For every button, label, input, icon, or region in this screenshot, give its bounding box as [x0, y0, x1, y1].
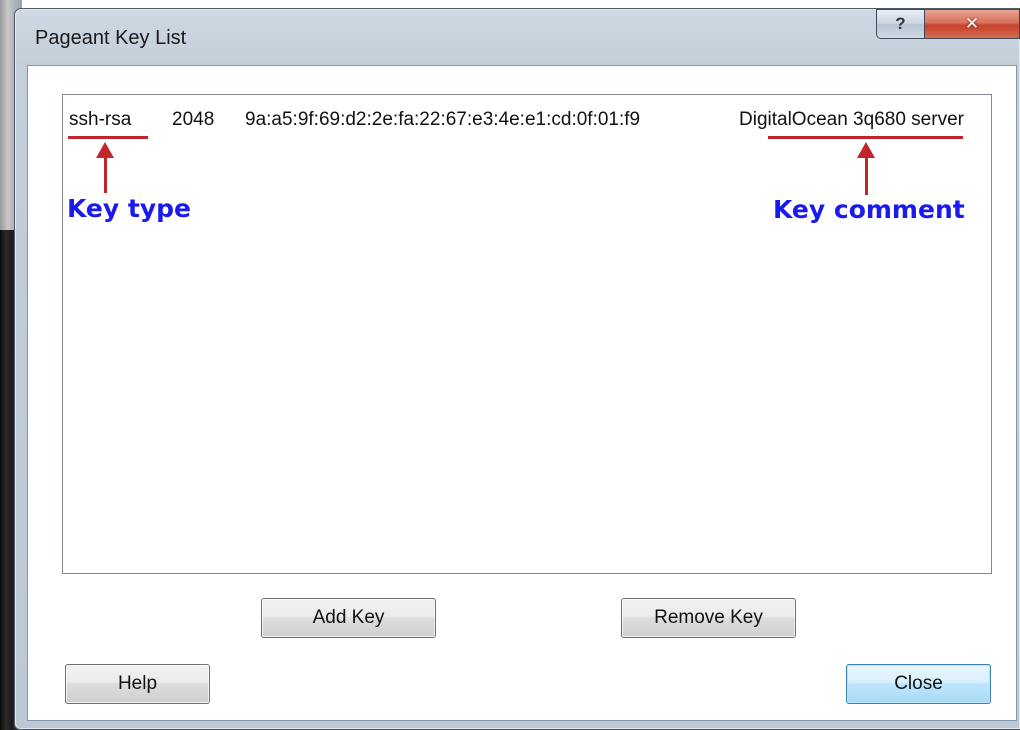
- key-bits: 2048: [172, 109, 215, 130]
- add-key-button[interactable]: Add Key: [261, 598, 436, 638]
- title-bar[interactable]: Pageant Key List ? ✕: [15, 9, 1020, 65]
- dialog-client-area: ssh-rsa 2048 9a:a5:9f:69:d2:2e:fa:22:67:…: [27, 65, 1017, 721]
- list-item[interactable]: ssh-rsa 2048 9a:a5:9f:69:d2:2e:fa:22:67:…: [63, 109, 991, 131]
- close-icon: ✕: [964, 14, 980, 33]
- key-type-underline: [68, 136, 148, 139]
- key-comment: DigitalOcean 3q680 server: [739, 109, 964, 130]
- key-list[interactable]: ssh-rsa 2048 9a:a5:9f:69:d2:2e:fa:22:67:…: [62, 94, 992, 574]
- window-title: Pageant Key List: [35, 27, 187, 49]
- key-comment-underline: [768, 136, 963, 139]
- screenshot: Pageant Key List ? ✕ ssh-rsa 2048 9a:a5:…: [0, 0, 1020, 730]
- key-comment-arrow-shaft: [865, 155, 868, 195]
- help-button[interactable]: Help: [65, 664, 210, 704]
- key-fingerprint: 9a:a5:9f:69:d2:2e:fa:22:67:e3:4e:e1:cd:0…: [245, 109, 641, 130]
- key-type-arrow-shaft: [104, 155, 107, 193]
- key-type: ssh-rsa: [69, 109, 132, 130]
- remove-key-button[interactable]: Remove Key: [621, 598, 796, 638]
- question-mark-icon: ?: [895, 14, 906, 33]
- help-caption-button[interactable]: ?: [876, 9, 924, 39]
- key-type-annotation-label: Key type: [67, 194, 191, 223]
- key-comment-annotation-label: Key comment: [773, 195, 965, 224]
- close-button[interactable]: Close: [846, 664, 991, 704]
- pageant-key-list-dialog: Pageant Key List ? ✕ ssh-rsa 2048 9a:a5:…: [14, 8, 1020, 730]
- caption-buttons: ? ✕: [876, 9, 1020, 39]
- close-caption-button[interactable]: ✕: [924, 9, 1020, 39]
